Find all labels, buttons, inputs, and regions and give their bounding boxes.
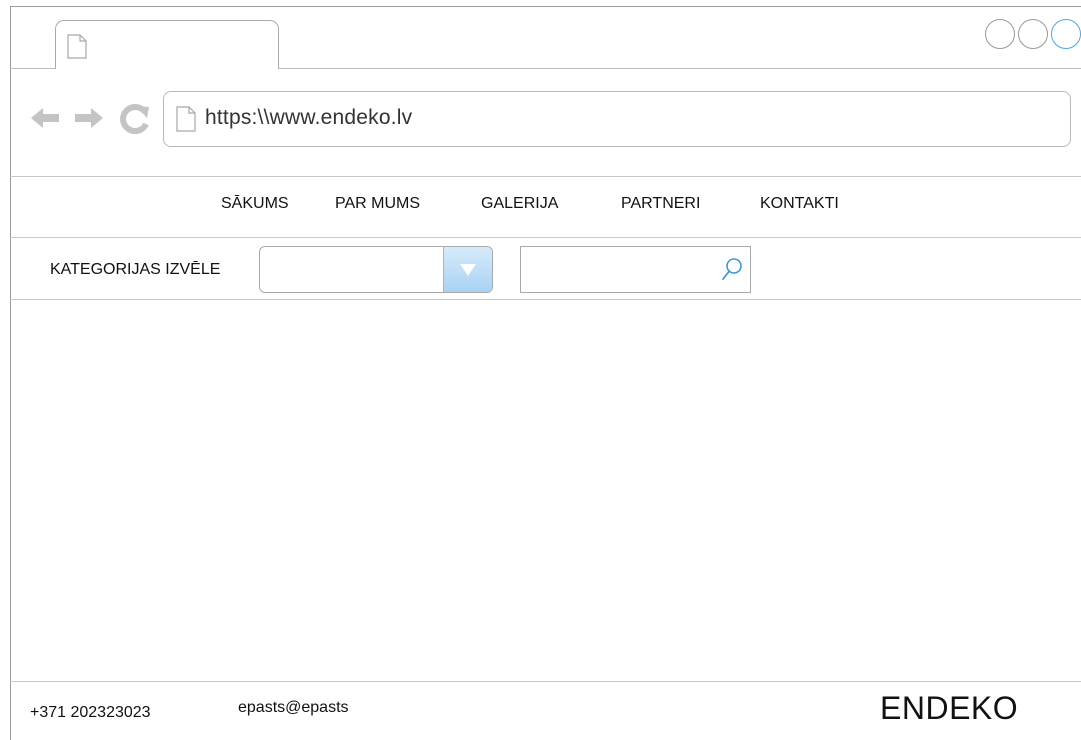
- search-icon[interactable]: [721, 257, 743, 283]
- maximize-button[interactable]: [1018, 19, 1048, 49]
- chevron-down-icon: [460, 264, 476, 276]
- document-icon: [67, 34, 87, 59]
- address-bar[interactable]: https:\\www.endeko.lv: [163, 91, 1071, 147]
- forward-arrow-icon[interactable]: [73, 106, 105, 130]
- minimize-button[interactable]: [985, 19, 1015, 49]
- url-text[interactable]: https:\\www.endeko.lv: [205, 106, 412, 130]
- category-label: KATEGORIJAS IZVĒLE: [50, 261, 221, 278]
- window-controls: [985, 19, 1081, 49]
- nav-item-partneri[interactable]: PARTNERI: [621, 195, 700, 213]
- nav-item-kontakti[interactable]: KONTAKTI: [760, 195, 839, 213]
- reload-icon[interactable]: [116, 103, 152, 135]
- content-area: [11, 300, 1081, 681]
- footer-email[interactable]: epasts@epasts: [238, 699, 349, 717]
- document-icon: [176, 106, 196, 132]
- category-select[interactable]: [259, 246, 493, 293]
- toolbar-divider: [10, 176, 1081, 177]
- footer-phone: +371 202323023: [30, 704, 151, 721]
- dropdown-button[interactable]: [443, 247, 492, 292]
- close-button[interactable]: [1051, 19, 1081, 49]
- search-input[interactable]: [520, 246, 751, 293]
- back-arrow-icon[interactable]: [29, 106, 61, 130]
- browser-tab[interactable]: [55, 20, 279, 69]
- menu-divider: [10, 237, 1081, 238]
- nav-item-par-mums[interactable]: PAR MUMS: [335, 195, 420, 213]
- nav-item-sakums[interactable]: SĀKUMS: [221, 195, 289, 213]
- footer-brand-logo: ENDEKO: [880, 690, 1019, 726]
- footer-divider: [10, 681, 1081, 682]
- nav-item-galerija[interactable]: GALERIJA: [481, 195, 558, 213]
